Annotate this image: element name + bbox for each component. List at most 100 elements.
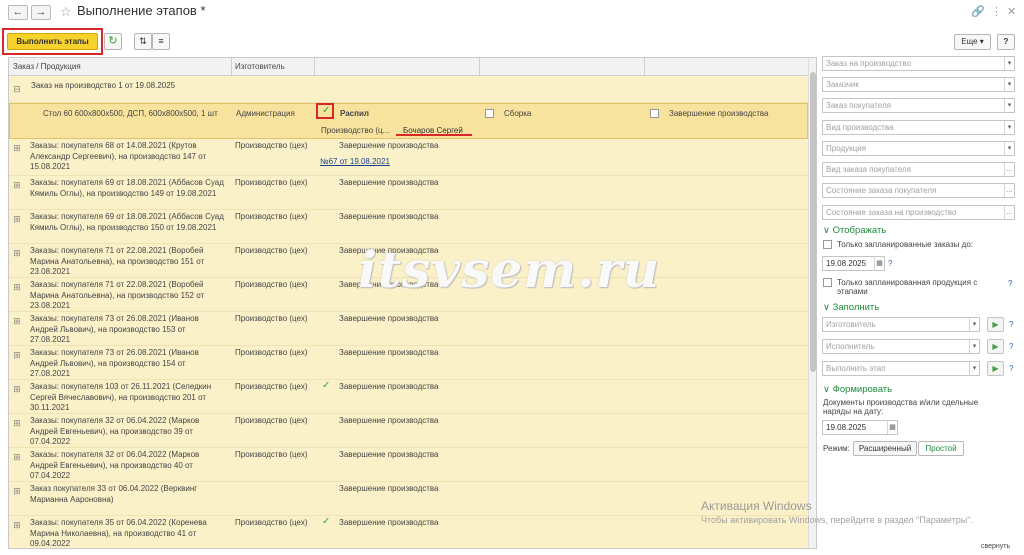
column-header-maker[interactable]: Изготовитель xyxy=(235,62,285,71)
fill-placeholder: Изготовитель xyxy=(826,320,876,329)
table-row[interactable]: ⊞ Заказ покупателя 33 от 06.04.2022 (Верк… xyxy=(9,482,808,516)
sort-asc-icon[interactable]: ⇅ xyxy=(134,33,152,50)
form-section-title[interactable]: ∨ Формировать xyxy=(823,384,892,395)
expand-icon[interactable]: ⊞ xyxy=(13,351,21,360)
select-dots-icon[interactable]: … xyxy=(1004,206,1014,219)
filter-field[interactable]: Состояние заказа на производство… xyxy=(822,205,1015,220)
display-section-title[interactable]: ∨ Отображать xyxy=(823,225,886,236)
order-label: Заказы: покупателя 69 от 18.08.2021 (Абб… xyxy=(30,212,224,232)
help-icon[interactable]: ? xyxy=(1009,320,1013,329)
fill-apply-icon[interactable]: ▶ xyxy=(987,361,1004,376)
filter-field[interactable]: Вид заказа покупателя… xyxy=(822,162,1015,177)
help-icon[interactable]: ? xyxy=(1008,279,1012,288)
group-row[interactable]: ⊟ Заказ на производство 1 от 19.08.2025 xyxy=(9,77,808,103)
close-icon[interactable]: ✕ xyxy=(1007,5,1016,18)
refresh-icon[interactable]: ↻ xyxy=(104,33,122,50)
table-row[interactable]: ⊞ Заказы: покупателя 73 от 26.08.2021 (Ив… xyxy=(9,346,808,380)
help-icon[interactable]: ? xyxy=(1009,364,1013,373)
expand-icon[interactable]: ⊞ xyxy=(13,283,21,292)
column-header-order[interactable]: Заказ / Продукция xyxy=(13,62,81,71)
stage-checkbox[interactable] xyxy=(650,109,659,118)
collapse-panel-link[interactable]: свернуть xyxy=(981,543,1010,550)
order-label: Заказы: покупателя 32 от 06.04.2022 (Мар… xyxy=(30,450,200,480)
expand-icon[interactable]: ⊞ xyxy=(13,249,21,258)
mode-extended-button[interactable]: Расширенный xyxy=(853,441,917,456)
highlight-frame xyxy=(2,28,103,55)
more-button[interactable]: Еще ▾ xyxy=(954,34,991,50)
dropdown-icon[interactable]: ▾ xyxy=(1004,142,1014,155)
fill-field[interactable]: Выполнить этап ▾ xyxy=(822,361,980,376)
filter-field[interactable]: Вид производства ▾ xyxy=(822,120,1015,135)
dropdown-icon[interactable]: ▾ xyxy=(969,362,979,375)
dropdown-icon[interactable]: ▾ xyxy=(969,318,979,331)
only-planned-products-checkbox[interactable] xyxy=(823,278,832,287)
order-label: Заказы: покупателя 32 от 06.04.2022 (Мар… xyxy=(30,416,200,446)
table-row[interactable]: ⊞ Заказы: покупателя 32 от 06.04.2022 (Ма… xyxy=(9,448,808,482)
help-icon[interactable]: ? xyxy=(1009,342,1013,351)
sort-desc-icon[interactable]: ≡ xyxy=(152,33,170,50)
order-label: Заказы: покупателя 68 от 14.08.2021 (Кру… xyxy=(30,141,207,171)
select-dots-icon[interactable]: … xyxy=(1004,184,1014,197)
stage-label: Завершение производства xyxy=(339,382,439,391)
favorite-star-icon[interactable]: ☆ xyxy=(60,4,72,20)
table-row[interactable]: ⊞ Заказы: покупателя 69 от 18.08.2021 (Аб… xyxy=(9,210,808,244)
only-planned-orders-checkbox[interactable] xyxy=(823,240,832,249)
filter-field[interactable]: Заказ покупателя ▾ xyxy=(822,98,1015,113)
forward-button[interactable]: → xyxy=(31,5,51,20)
expand-icon[interactable]: ⊞ xyxy=(13,317,21,326)
expand-icon[interactable]: ⊞ xyxy=(13,181,21,190)
maker-label: Производство (цех) xyxy=(235,212,308,221)
vertical-scrollbar[interactable] xyxy=(808,58,816,548)
dropdown-icon[interactable]: ▾ xyxy=(1004,121,1014,134)
mode-simple-button[interactable]: Простой xyxy=(918,441,964,456)
expand-icon[interactable]: ⊞ xyxy=(13,487,21,496)
fill-apply-icon[interactable]: ▶ xyxy=(987,317,1004,332)
expand-icon[interactable]: ⊞ xyxy=(13,144,21,153)
expand-icon[interactable]: ⊞ xyxy=(13,385,21,394)
expand-icon[interactable]: ⊞ xyxy=(13,521,21,530)
filter-field[interactable]: Продукция ▾ xyxy=(822,141,1015,156)
stage-unit[interactable]: Производство (ц... xyxy=(321,126,389,137)
form-date-field[interactable]: 19.08.2025 ▦ xyxy=(822,420,898,435)
help-button[interactable]: ? xyxy=(997,34,1015,50)
stage-label: Завершение производства xyxy=(339,141,439,150)
back-button[interactable]: ← xyxy=(8,5,28,20)
expand-icon[interactable]: ⊞ xyxy=(13,453,21,462)
document-link[interactable]: №67 от 19.08.2021 xyxy=(320,157,390,168)
dropdown-icon[interactable]: ▾ xyxy=(969,340,979,353)
table-row[interactable]: ⊞ Заказы: покупателя 68 от 14.08.2021 (Кр… xyxy=(9,139,808,176)
help-icon[interactable]: ? xyxy=(888,259,892,268)
mode-label: Режим: xyxy=(823,444,850,453)
maker-label: Производство (цех) xyxy=(235,382,308,391)
display-title-text: Отображать xyxy=(832,225,887,236)
fill-field[interactable]: Исполнитель ▾ xyxy=(822,339,980,354)
fill-placeholder: Выполнить этап xyxy=(826,364,886,373)
fill-field[interactable]: Изготовитель ▾ xyxy=(822,317,980,332)
calendar-icon[interactable]: ▦ xyxy=(874,257,884,270)
table-row[interactable]: ⊞ Заказы: покупателя 32 от 06.04.2022 (Ма… xyxy=(9,414,808,448)
dropdown-icon[interactable]: ▾ xyxy=(1004,78,1014,91)
maker-label: Производство (цех) xyxy=(235,348,308,357)
planned-date-field[interactable]: 19.08.2025 ▦ xyxy=(822,256,885,271)
table-row[interactable]: ⊞ Заказы: покупателя 69 от 18.08.2021 (Аб… xyxy=(9,176,808,210)
calendar-icon[interactable]: ▦ xyxy=(887,421,897,434)
filter-field[interactable]: Заказ на производство ▾ xyxy=(822,56,1015,71)
fill-apply-icon[interactable]: ▶ xyxy=(987,339,1004,354)
filter-field[interactable]: Состояние заказа покупателя… xyxy=(822,183,1015,198)
dropdown-icon[interactable]: ▾ xyxy=(1004,57,1014,70)
scroll-thumb[interactable] xyxy=(810,72,816,372)
fill-section-title[interactable]: ∨ Заполнить xyxy=(823,302,879,313)
select-dots-icon[interactable]: … xyxy=(1004,163,1014,176)
table-row[interactable]: ⊞ Заказы: покупателя 35 от 06.04.2022 (Ко… xyxy=(9,516,808,548)
link-icon[interactable]: 🔗 xyxy=(971,5,985,18)
stage-checkbox[interactable] xyxy=(485,109,494,118)
collapse-icon[interactable]: ⊟ xyxy=(13,85,21,94)
table-row[interactable]: ⊞ Заказы: покупателя 103 от 26.11.2021 (С… xyxy=(9,380,808,414)
dropdown-icon[interactable]: ▾ xyxy=(1004,99,1014,112)
expand-icon[interactable]: ⊞ xyxy=(13,215,21,224)
filter-field[interactable]: Заказчик ▾ xyxy=(822,77,1015,92)
menu-icon[interactable]: ⋮ xyxy=(991,5,1002,18)
expand-icon[interactable]: ⊞ xyxy=(13,419,21,428)
table-row[interactable]: ⊞ Заказы: покупателя 73 от 26.08.2021 (Ив… xyxy=(9,312,808,346)
highlight-underline xyxy=(396,134,472,136)
